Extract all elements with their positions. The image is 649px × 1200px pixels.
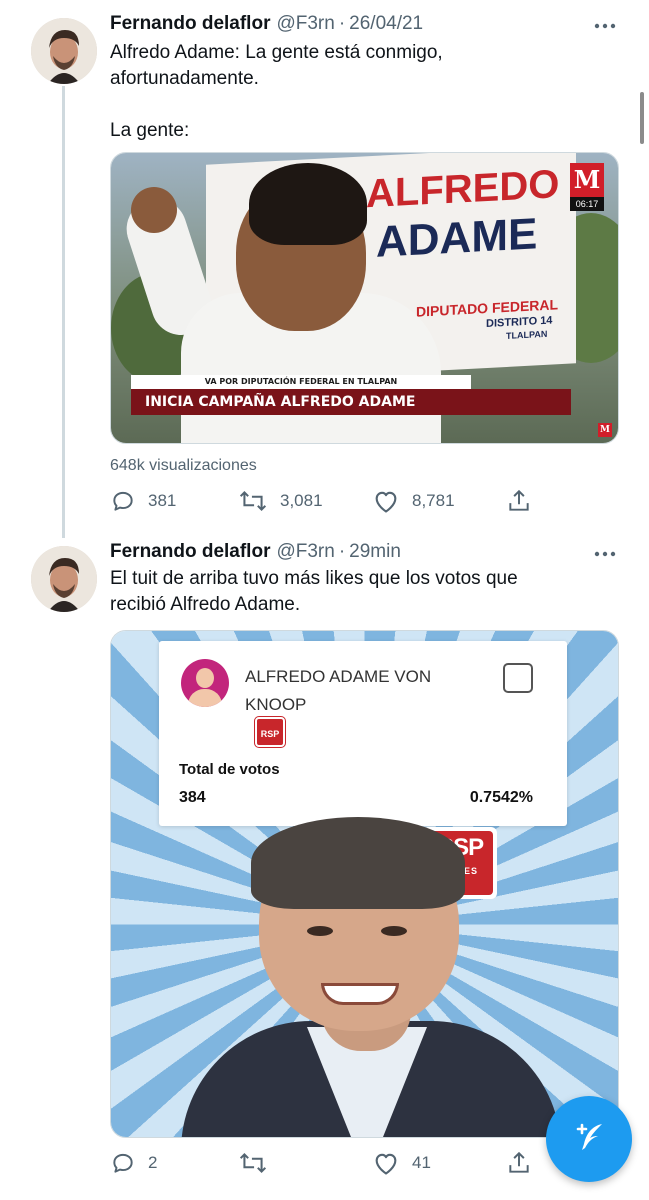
ticker-top: VA POR DIPUTACIÓN FEDERAL EN TLALPAN — [131, 375, 471, 389]
tweet-actions: 2 41 — [110, 1148, 540, 1178]
tweet-actions: 381 3,081 8,781 — [110, 486, 540, 516]
result-card: ALFREDO ADAME VON KNOOP RSP Total de vot… — [159, 641, 567, 826]
votes-label: Total de votos — [179, 761, 280, 778]
tweet-header: Fernando delaflor @F3rn · 29min — [110, 538, 401, 566]
more-icon[interactable] — [593, 542, 617, 566]
compose-button[interactable] — [546, 1096, 632, 1182]
party-logo-small: RSP — [255, 717, 285, 747]
retweet-button[interactable]: 3,081 — [238, 486, 323, 516]
candidate-smile — [321, 983, 399, 1005]
tweet[interactable]: Fernando delaflor @F3rn · 26/04/21 Alfre… — [0, 0, 649, 530]
candidate-eye — [381, 926, 407, 936]
tweet-text: El tuit de arriba tuvo más likes que los… — [110, 568, 518, 615]
avatar[interactable] — [31, 18, 97, 84]
channel-logo: M — [570, 163, 604, 197]
candidate-eye — [307, 926, 333, 936]
candidate-hair — [251, 817, 465, 909]
retweet-button[interactable] — [238, 1148, 280, 1178]
person-fist — [131, 187, 177, 233]
channel-corner-logo: M — [598, 423, 612, 437]
timestamp[interactable]: 29min — [349, 541, 401, 563]
reply-count: 2 — [148, 1153, 158, 1172]
reply-button[interactable]: 2 — [110, 1148, 157, 1178]
reply-icon — [110, 1150, 136, 1176]
like-count: 41 — [412, 1153, 431, 1172]
like-button[interactable]: 41 — [372, 1148, 431, 1178]
person-hair — [249, 163, 367, 245]
compose-icon — [568, 1116, 610, 1163]
author-name[interactable]: Fernando delaflor — [110, 13, 270, 35]
reply-button[interactable]: 381 — [110, 486, 176, 516]
ticker-main: INICIA CAMPAÑA ALFREDO ADAME — [131, 389, 571, 415]
share-button[interactable] — [506, 486, 532, 516]
scrollbar[interactable] — [640, 92, 644, 144]
reply-icon — [110, 488, 136, 514]
tweet-header: Fernando delaflor @F3rn · 26/04/21 — [110, 10, 423, 38]
like-button[interactable]: 8,781 — [372, 486, 455, 516]
votes-count: 384 — [179, 789, 206, 806]
separator: · — [338, 541, 346, 562]
heart-icon — [372, 488, 400, 514]
candidate-name: ALFREDO ADAME VON KNOOP — [245, 667, 432, 714]
banner-text: ADAME — [376, 209, 538, 267]
share-button[interactable] — [506, 1148, 532, 1178]
banner-text: TLALPAN — [506, 328, 548, 341]
select-checkbox[interactable] — [503, 663, 533, 693]
votes-percent: 0.7542% — [469, 789, 533, 806]
channel-time: 06:17 — [570, 197, 604, 211]
timestamp[interactable]: 26/04/21 — [349, 13, 423, 35]
tweet-text: Alfredo Adame: La gente está conmigo, af… — [110, 42, 443, 141]
more-icon[interactable] — [593, 14, 617, 38]
tweet[interactable]: Fernando delaflor @F3rn · 29min El tuit … — [0, 530, 649, 1200]
retweet-count: 3,081 — [280, 491, 323, 510]
banner-text: DISTRITO 14 — [486, 314, 553, 331]
share-icon — [506, 488, 532, 514]
avatar[interactable] — [31, 546, 97, 612]
view-count: 648k visualizaciones — [110, 457, 257, 474]
video-media[interactable]: ALFREDO ADAME DIPUTADO FEDERAL DISTRITO … — [110, 152, 619, 444]
like-count: 8,781 — [412, 491, 455, 510]
separator: · — [338, 13, 346, 34]
retweet-icon — [238, 1150, 268, 1176]
author-handle[interactable]: @F3rn — [276, 13, 334, 35]
heart-icon — [372, 1150, 400, 1176]
candidate-avatar — [181, 659, 229, 707]
reply-count: 381 — [148, 491, 177, 510]
retweet-icon — [238, 488, 268, 514]
author-name[interactable]: Fernando delaflor — [110, 541, 270, 563]
share-icon — [506, 1150, 532, 1176]
image-media[interactable]: ALFREDO ADAME VON KNOOP RSP Total de vot… — [110, 630, 619, 1138]
author-handle[interactable]: @F3rn — [276, 541, 334, 563]
